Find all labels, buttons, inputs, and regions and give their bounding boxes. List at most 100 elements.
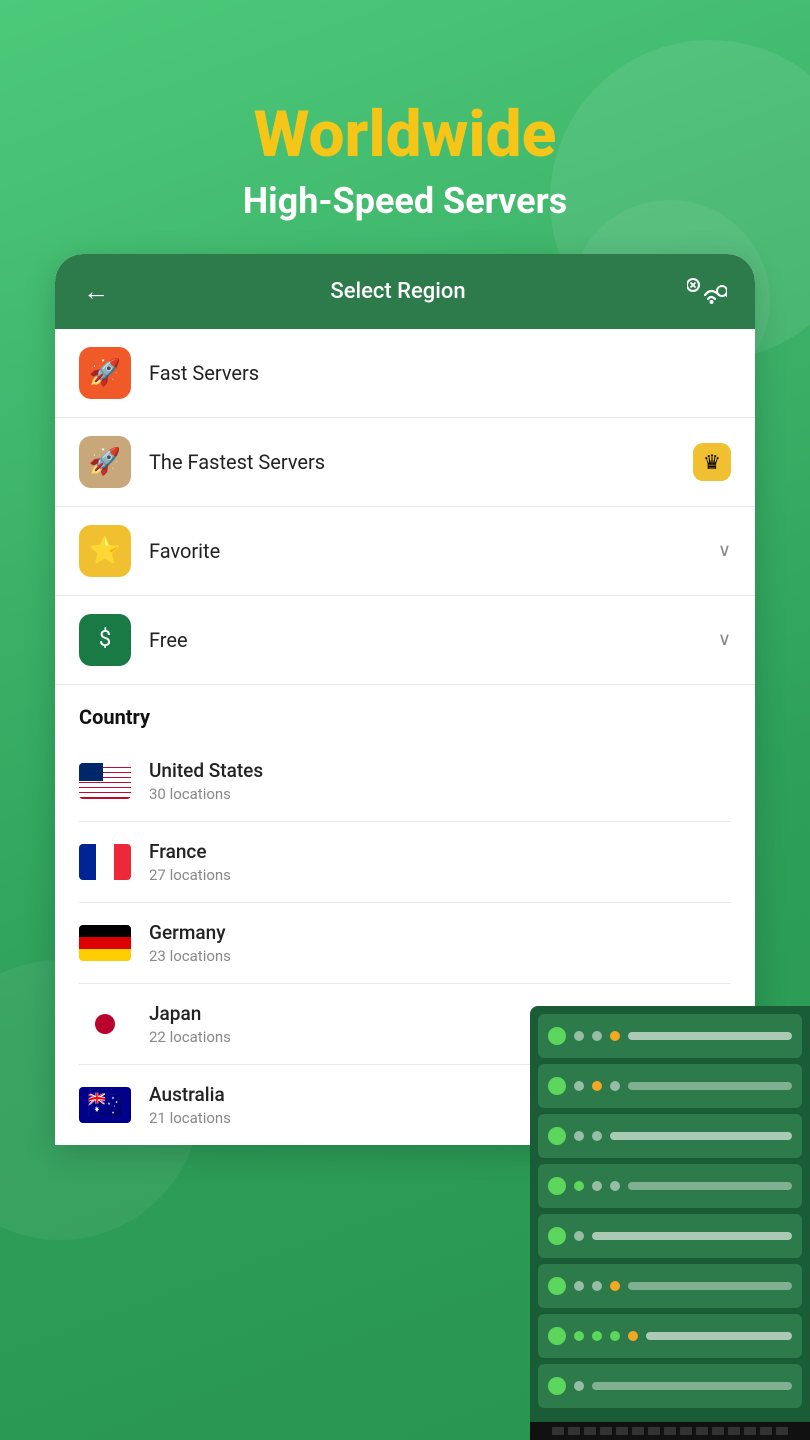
menu-item-free[interactable]: $ Free ∨ [55, 596, 755, 685]
base-stripe-15 [776, 1427, 788, 1435]
fast-servers-label: Fast Servers [149, 361, 731, 385]
base-stripe-8 [664, 1427, 676, 1435]
server-rack-decoration [520, 1006, 810, 1440]
rack-row-6 [538, 1264, 802, 1308]
country-info-fr: France 27 locations [149, 840, 731, 884]
rd-7a [574, 1331, 584, 1341]
rack-base [530, 1422, 810, 1440]
rc-1 [548, 1027, 566, 1045]
rd-1a [574, 1031, 584, 1041]
rack-row-5 [538, 1214, 802, 1258]
rd-6c [610, 1281, 620, 1291]
base-stripe-1 [552, 1427, 564, 1435]
base-stripe-12 [728, 1427, 740, 1435]
rb-3 [610, 1132, 792, 1140]
rack-row-3 [538, 1114, 802, 1158]
menu-item-favorite[interactable]: ⭐ Favorite ∨ [55, 507, 755, 596]
hero-title: Worldwide [0, 100, 810, 170]
rd-6a [574, 1281, 584, 1291]
base-stripe-14 [760, 1427, 772, 1435]
country-item-us[interactable]: United States 30 locations [79, 741, 731, 822]
rd-6b [592, 1281, 602, 1291]
chevron-down-icon: ∨ [718, 540, 731, 561]
country-locations-us: 30 locations [149, 785, 731, 803]
wifi-search-icon [687, 277, 727, 305]
header-title: Select Region [330, 279, 465, 304]
country-name-fr: France [149, 840, 731, 863]
flag-jp [79, 1006, 131, 1042]
rc-7 [548, 1327, 566, 1345]
country-name-de: Germany [149, 921, 731, 944]
rd-3b [592, 1131, 602, 1141]
rb-7 [646, 1332, 792, 1340]
rc-4 [548, 1177, 566, 1195]
base-stripe-5 [616, 1427, 628, 1435]
fastest-servers-right: ♛ [693, 443, 731, 481]
rd-3a [574, 1131, 584, 1141]
flag-us [79, 763, 131, 799]
base-stripe-11 [712, 1427, 724, 1435]
base-stripe-4 [600, 1427, 612, 1435]
base-stripe-3 [584, 1427, 596, 1435]
rc-8 [548, 1377, 566, 1395]
country-locations-de: 23 locations [149, 947, 731, 965]
menu-item-fast-servers[interactable]: 🚀 Fast Servers [55, 329, 755, 418]
rd-7d [628, 1331, 638, 1341]
rb-5 [592, 1232, 792, 1240]
country-name-us: United States [149, 759, 731, 782]
hero-section: Worldwide High-Speed Servers [0, 0, 810, 254]
rd-8a [574, 1381, 584, 1391]
rack-row-2 [538, 1064, 802, 1108]
country-locations-fr: 27 locations [149, 866, 731, 884]
favorite-right: ∨ [718, 540, 731, 561]
rb-6 [628, 1282, 792, 1290]
fastest-servers-icon: 🚀 [79, 436, 131, 488]
crown-badge: ♛ [693, 443, 731, 481]
chevron-down-icon-free: ∨ [718, 629, 731, 650]
base-stripe-6 [632, 1427, 644, 1435]
rd-2a [574, 1081, 584, 1091]
back-button[interactable]: ← [83, 276, 109, 307]
flag-de [79, 925, 131, 961]
hero-subtitle: High-Speed Servers [0, 180, 810, 223]
rd-4c [610, 1181, 620, 1191]
rd-1c [610, 1031, 620, 1041]
rack-row-1 [538, 1014, 802, 1058]
crown-icon: ♛ [703, 450, 721, 474]
flag-fr [79, 844, 131, 880]
country-header: Country [79, 705, 731, 729]
rc-2 [548, 1077, 566, 1095]
fast-servers-icon: 🚀 [79, 347, 131, 399]
base-stripe-2 [568, 1427, 580, 1435]
flag-au [79, 1087, 131, 1123]
menu-list: 🚀 Fast Servers 🚀 The Fastest Servers ♛ ⭐… [55, 329, 755, 685]
rack-row-7 [538, 1314, 802, 1358]
base-stripe-7 [648, 1427, 660, 1435]
rc-6 [548, 1277, 566, 1295]
header-icons [687, 277, 727, 305]
fastest-servers-label: The Fastest Servers [149, 450, 675, 474]
rack-row-8 [538, 1364, 802, 1408]
rd-4a [574, 1181, 584, 1191]
rd-7b [592, 1331, 602, 1341]
rd-2b [592, 1081, 602, 1091]
country-item-fr[interactable]: France 27 locations [79, 822, 731, 903]
rb-8 [592, 1382, 792, 1390]
rc-5 [548, 1227, 566, 1245]
base-stripe-10 [696, 1427, 708, 1435]
country-item-de[interactable]: Germany 23 locations [79, 903, 731, 984]
free-right: ∨ [718, 629, 731, 650]
rack-container [530, 1006, 810, 1422]
free-label: Free [149, 628, 700, 652]
free-icon: $ [79, 614, 131, 666]
base-stripe-13 [744, 1427, 756, 1435]
rd-7c [610, 1331, 620, 1341]
rb-1 [628, 1032, 792, 1040]
rb-4 [628, 1182, 792, 1190]
base-stripe-9 [680, 1427, 692, 1435]
rd-5a [574, 1231, 584, 1241]
rd-1b [592, 1031, 602, 1041]
favorite-label: Favorite [149, 539, 700, 563]
rack-row-4 [538, 1164, 802, 1208]
menu-item-fastest-servers[interactable]: 🚀 The Fastest Servers ♛ [55, 418, 755, 507]
